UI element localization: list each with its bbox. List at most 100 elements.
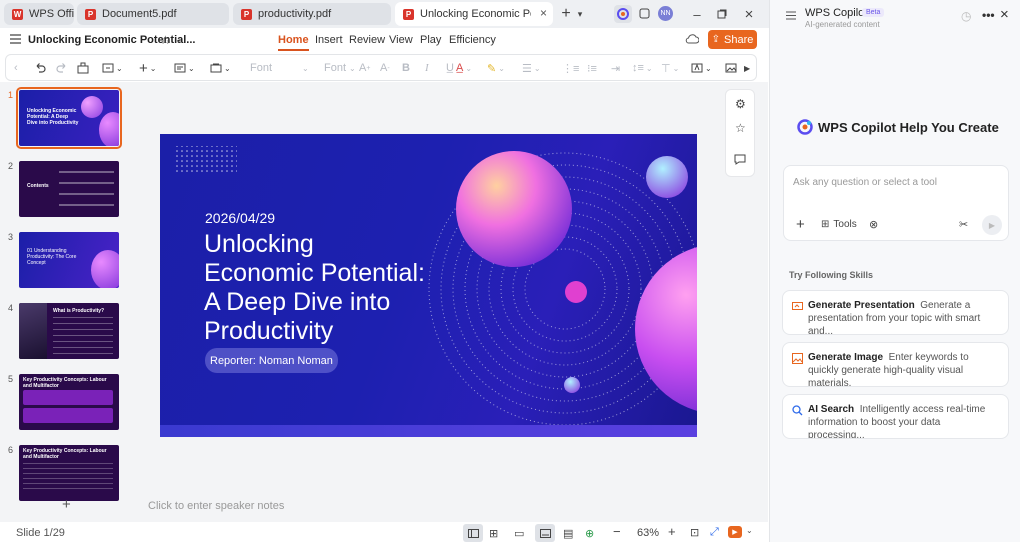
thumbnail-pane: 1 Unlocking Economic Potential: A Deep D… [0, 82, 131, 522]
menu-row: Unlocking Economic Potential... ☆ ⌄ Home… [0, 28, 770, 52]
settings-icon[interactable]: ⚙ [735, 97, 746, 111]
toolbar-more-icon[interactable]: ▶ [744, 59, 750, 77]
window-restore-icon[interactable] [636, 6, 652, 22]
pdf-icon: P [241, 8, 252, 20]
subtitle-icon[interactable]: ▤ [563, 527, 573, 540]
chevron-down-icon[interactable]: ▾ [572, 6, 588, 22]
star-icon[interactable]: ☆ [735, 121, 746, 135]
tab-home[interactable]: Home [278, 34, 309, 51]
tab-efficiency[interactable]: Efficiency [449, 34, 496, 46]
comment-icon[interactable] [734, 154, 746, 165]
notes-view-icon[interactable] [535, 524, 555, 542]
tab-view[interactable]: View [389, 34, 413, 46]
format-painter-icon[interactable] [77, 59, 89, 77]
tab-insert[interactable]: Insert [315, 34, 343, 46]
bold-icon[interactable]: B [402, 59, 410, 77]
zoom-level[interactable]: 63% [637, 527, 659, 539]
tab-review[interactable]: Review [349, 34, 385, 46]
share-label: Share [724, 33, 754, 46]
tab-productivity[interactable]: P productivity.pdf [233, 3, 391, 25]
chevron-down-icon[interactable]: ⌄ [175, 34, 183, 45]
fit-window-icon[interactable]: ⊡ [690, 526, 699, 539]
tab-play[interactable]: Play [420, 34, 441, 46]
increase-font-icon[interactable]: A + [359, 59, 370, 77]
share-button[interactable]: ⇪ Share [708, 30, 757, 49]
undo-icon[interactable] [34, 59, 46, 77]
align-icon[interactable]: ☰ ⌄ [522, 59, 541, 77]
user-avatar[interactable]: NN [658, 6, 673, 21]
skill-generate-image[interactable]: Generate Image Enter keywords to quickly… [782, 342, 1009, 387]
underline-icon[interactable]: U̲ [446, 59, 454, 77]
decrease-font-icon[interactable]: A- [380, 59, 390, 77]
thumb-contents-list [59, 171, 114, 207]
tab-wps-office[interactable]: W WPS Office [4, 3, 74, 25]
copilot-app-icon[interactable] [614, 5, 632, 23]
slide-thumbnail-6[interactable]: Key Productivity Concepts: Labour and Mu… [19, 445, 119, 501]
text-box-icon[interactable]: ⌄ [691, 59, 712, 77]
zoom-in-icon[interactable]: + [668, 524, 676, 539]
apps-icon[interactable]: ⊗ [869, 218, 878, 231]
tools-button[interactable]: ⊞ Tools [821, 219, 857, 230]
font-color-icon[interactable]: A̲ ⌄ [456, 59, 472, 77]
history-icon[interactable]: ◷ [961, 9, 971, 23]
close-window-icon[interactable]: × [741, 6, 757, 23]
copilot-input[interactable]: Ask any question or select a tool [793, 177, 937, 188]
slide-thumbnail-4[interactable]: What is Productivity? [19, 303, 119, 359]
tab-document5[interactable]: P Document5.pdf [77, 3, 229, 25]
copilot-input-box[interactable]: Ask any question or select a tool + ⊞ To… [783, 165, 1009, 241]
picture-icon[interactable] [725, 59, 737, 77]
close-tab-icon[interactable]: × [540, 6, 547, 20]
font-size-select[interactable]: Font ⌄ [324, 59, 356, 77]
new-slide-icon[interactable]: ⌄ [102, 59, 123, 77]
toolbar: ‹ ⌄ + ⌄ ⌄ ⌄ Font ⌄ Font ⌄ A + A- B I U̲ A̲ ⌄ … [5, 54, 757, 81]
tab-unlocking[interactable]: P Unlocking Economic Potential A Deep Di… [395, 2, 553, 26]
hamburger-menu-icon[interactable] [786, 11, 796, 20]
font-select[interactable]: Font ⌄ [250, 59, 309, 77]
scissors-icon[interactable]: ✂ [959, 218, 968, 231]
section-icon[interactable]: ⌄ [210, 59, 231, 77]
grid-view-icon[interactable]: ⊞ [489, 527, 498, 540]
slide-title[interactable]: Unlocking Economic Potential: A Deep Div… [204, 230, 425, 346]
thumb-sphere [81, 96, 103, 118]
slide-reporter[interactable]: Reporter: Noman Noman [205, 348, 338, 373]
fullscreen-icon[interactable]: ⤢ [710, 526, 719, 539]
side-tools: ⚙ ☆ [725, 89, 755, 177]
add-slide-icon[interactable]: + [62, 496, 71, 513]
speaker-notes[interactable]: Click to enter speaker notes [148, 500, 284, 512]
slide-thumbnail-2[interactable]: Contents [19, 161, 119, 217]
bullets-icon[interactable]: ⋮≡ [562, 59, 579, 77]
play-slideshow-icon[interactable]: ▶ [728, 526, 742, 538]
slide-thumbnail-1[interactable]: Unlocking Economic Potential: A Deep Div… [16, 87, 122, 149]
layout-icon[interactable]: ⌄ [174, 59, 195, 77]
indent-icon[interactable]: ⇥ [611, 59, 620, 77]
minimize-icon[interactable]: – [689, 6, 705, 22]
redo-icon[interactable] [56, 59, 68, 77]
star-icon[interactable]: ☆ [160, 33, 171, 47]
more-options-icon[interactable]: ••• [982, 8, 995, 22]
scroll-left-icon[interactable]: ‹ [14, 59, 18, 77]
line-spacing-icon[interactable]: ↕≡ ⌄ [632, 59, 653, 77]
close-panel-icon[interactable]: × [1000, 6, 1009, 23]
maximize-icon[interactable] [714, 6, 730, 22]
skill-ai-search[interactable]: AI Search Intelligently access real-time… [782, 394, 1009, 439]
slide-1[interactable]: 2026/04/29 Unlocking Economic Potential:… [160, 134, 697, 437]
text-direction-icon[interactable]: ⊤ ⌄ [661, 59, 679, 77]
globe-icon[interactable]: ⊕ [585, 527, 594, 540]
skill-generate-presentation[interactable]: Generate Presentation Generate a present… [782, 290, 1009, 335]
chevron-down-icon[interactable]: ⌄ [746, 526, 753, 535]
slide-title-line: A Deep Dive into [204, 288, 391, 316]
hamburger-menu-icon[interactable] [10, 34, 21, 44]
highlight-icon[interactable]: ✎ ⌄ [487, 59, 505, 77]
normal-view-icon[interactable] [463, 524, 483, 542]
slide-thumbnail-5[interactable]: Key Productivity Concepts: Labour and Mu… [19, 374, 119, 430]
slide-date[interactable]: 2026/04/29 [205, 210, 275, 226]
italic-icon[interactable]: I [425, 59, 429, 77]
add-attachment-icon[interactable]: + [796, 216, 805, 233]
send-button[interactable]: ▶ [982, 215, 1002, 235]
reading-view-icon[interactable]: ▭ [514, 527, 524, 540]
slide-thumbnail-3[interactable]: 01 Understanding Productivity: The Core … [19, 232, 119, 288]
numbering-icon[interactable]: ⁝≡ [587, 59, 597, 77]
cloud-icon[interactable] [685, 33, 699, 45]
insert-icon[interactable]: + ⌄ [139, 59, 156, 77]
zoom-out-icon[interactable]: − [613, 524, 621, 539]
